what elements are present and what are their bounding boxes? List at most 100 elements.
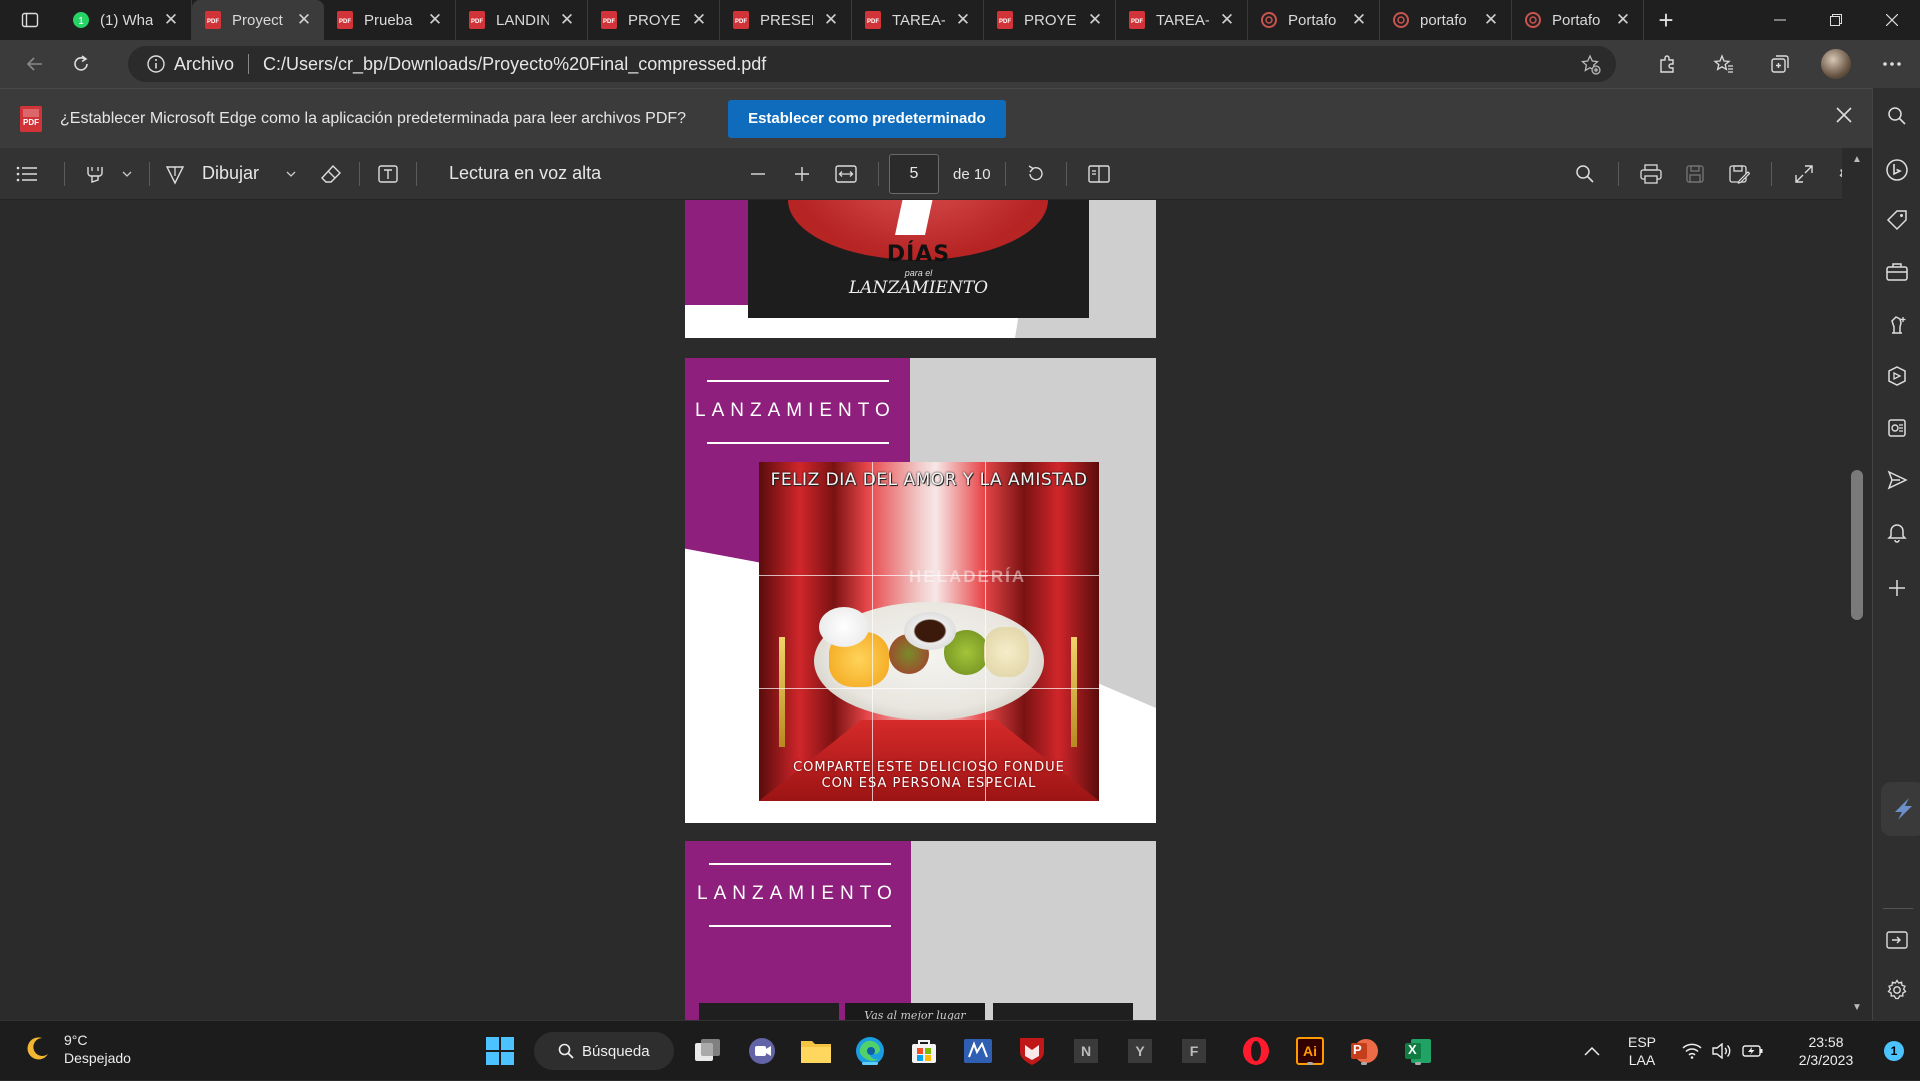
close-icon[interactable]: ✕ [1483,10,1499,30]
back-button[interactable] [12,44,58,84]
taskbar-search[interactable]: Búsqueda [534,1032,674,1070]
tab-portafolio-2[interactable]: portafo ✕ [1380,0,1512,40]
powerpoint-button[interactable]: P [1346,1033,1382,1069]
sidebar-outlook-button[interactable] [1885,416,1909,440]
fullscreen-button[interactable] [1782,148,1826,200]
add-favorite-button[interactable] [1580,54,1602,76]
tab-tarea-2[interactable]: PDF TAREA- ✕ [1116,0,1248,40]
tab-proyecto-active[interactable]: PDF Proyect ✕ [192,0,324,40]
extensions-button[interactable] [1640,44,1696,84]
sidebar-microsoft365-button[interactable] [1885,364,1909,388]
start-button[interactable] [482,1033,518,1069]
save-button[interactable] [1673,148,1717,200]
tab-presen[interactable]: PDF PRESEN ✕ [720,0,852,40]
close-icon[interactable]: ✕ [955,10,971,30]
close-infobar-button[interactable] [1836,107,1852,123]
scrollbar-thumb[interactable] [1851,470,1863,620]
tab-portafolio-3[interactable]: Portafo ✕ [1512,0,1644,40]
address-bar[interactable]: Archivo C:/Users/cr_bp/Downloads/Proyect… [128,46,1616,82]
clock-button[interactable]: 23:58 2/3/2023 [1774,1033,1874,1069]
tab-proyec-1[interactable]: PDF PROYEC ✕ [588,0,720,40]
app-y-button[interactable]: Y [1122,1033,1158,1069]
excel-button[interactable]: X [1400,1033,1436,1069]
tab-tarea-1[interactable]: PDF TAREA- ✕ [852,0,984,40]
draw-label[interactable]: Dibujar [202,163,259,184]
new-tab-button[interactable]: + [1644,0,1688,40]
favorites-button[interactable] [1696,44,1752,84]
draw-button[interactable] [160,148,190,200]
zoom-in-button[interactable] [780,148,824,200]
edge-button[interactable] [852,1033,888,1069]
close-icon[interactable]: ✕ [163,10,179,30]
sidebar-games-button[interactable] [1885,312,1909,336]
opera-button[interactable] [1238,1033,1274,1069]
collections-button[interactable] [1752,44,1808,84]
vertical-scrollbar[interactable]: ▲ ▼ [1842,148,1872,1020]
page-view-button[interactable] [1077,148,1121,200]
scroll-down-arrow[interactable]: ▼ [1852,1002,1862,1013]
rotate-button[interactable] [1016,148,1056,200]
file-explorer-button[interactable] [798,1033,834,1069]
sidebar-tools-button[interactable] [1885,260,1909,284]
show-hidden-icons-button[interactable] [1572,1046,1612,1056]
fit-width-button[interactable] [824,148,868,200]
pdf-viewport[interactable]: DÍAS para el LANZAMIENTO LANZAMIENTO FEL… [0,200,1842,1020]
sidebar-notifications-button[interactable] [1885,520,1909,544]
scroll-up-arrow[interactable]: ▲ [1852,154,1862,165]
close-icon[interactable]: ✕ [559,10,575,30]
sidebar-settings-button[interactable] [1885,978,1909,1002]
print-button[interactable] [1629,148,1673,200]
input-language-button[interactable]: ESP LAA [1612,1033,1672,1069]
page-number-input[interactable]: 5 [889,154,939,194]
sidebar-send-button[interactable] [1885,468,1909,492]
sidebar-hide-button[interactable] [1885,928,1909,952]
weather-widget[interactable]: 9°C Despejado [22,1031,131,1067]
save-as-button[interactable] [1717,148,1761,200]
store-button[interactable] [906,1033,942,1069]
tab-proyec-2[interactable]: PDF PROYEC ✕ [984,0,1116,40]
close-icon[interactable]: ✕ [1219,10,1235,30]
table-of-contents-button[interactable] [0,148,54,200]
close-icon[interactable]: ✕ [1087,10,1103,30]
sidebar-add-button[interactable] [1885,576,1909,600]
erase-button[interactable] [313,148,349,200]
task-view-button[interactable] [690,1033,726,1069]
mcafee-button[interactable] [1014,1033,1050,1069]
info-icon[interactable] [146,54,166,74]
mail-app-button[interactable] [960,1033,996,1069]
close-icon[interactable]: ✕ [427,10,443,30]
sidebar-search-button[interactable] [1885,104,1909,128]
teams-button[interactable] [744,1033,780,1069]
sidebar-pinned-app-button[interactable] [1881,782,1920,836]
restore-button[interactable] [1808,0,1864,40]
refresh-button[interactable] [58,44,104,84]
draw-options-button[interactable] [269,148,313,200]
sidebar-bing-chat-button[interactable] [1885,158,1909,182]
close-icon[interactable]: ✕ [1351,10,1367,30]
profile-button[interactable] [1808,44,1864,84]
settings-more-button[interactable] [1864,44,1920,84]
illustrator-button[interactable]: Ai [1292,1033,1328,1069]
add-text-button[interactable] [370,148,406,200]
read-aloud-button[interactable]: Lectura en voz alta [449,163,601,184]
close-icon[interactable]: ✕ [296,10,312,30]
tab-landing[interactable]: PDF LANDIN ✕ [456,0,588,40]
tab-actions-button[interactable] [0,0,60,40]
set-default-button[interactable]: Establecer como predeterminado [728,99,1006,138]
tab-portafolio-1[interactable]: Portafo ✕ [1248,0,1380,40]
zoom-out-button[interactable] [736,148,780,200]
tab-prueba[interactable]: PDF Prueba ✕ [324,0,456,40]
quick-settings-button[interactable] [1672,1043,1774,1059]
minimize-button[interactable] [1752,0,1808,40]
close-icon[interactable]: ✕ [823,10,839,30]
app-f-button[interactable]: F [1176,1033,1212,1069]
url-text[interactable]: C:/Users/cr_bp/Downloads/Proyecto%20Fina… [263,54,766,75]
close-icon[interactable]: ✕ [691,10,707,30]
close-icon[interactable]: ✕ [1615,10,1631,30]
tab-whatsapp[interactable]: 1 (1) Wha ✕ [60,0,192,40]
find-button[interactable] [1562,148,1608,200]
app-n-button[interactable]: N [1068,1033,1104,1069]
highlight-button[interactable] [75,148,115,200]
notifications-button[interactable]: 1 [1874,1041,1914,1061]
highlight-options-button[interactable] [115,148,139,200]
